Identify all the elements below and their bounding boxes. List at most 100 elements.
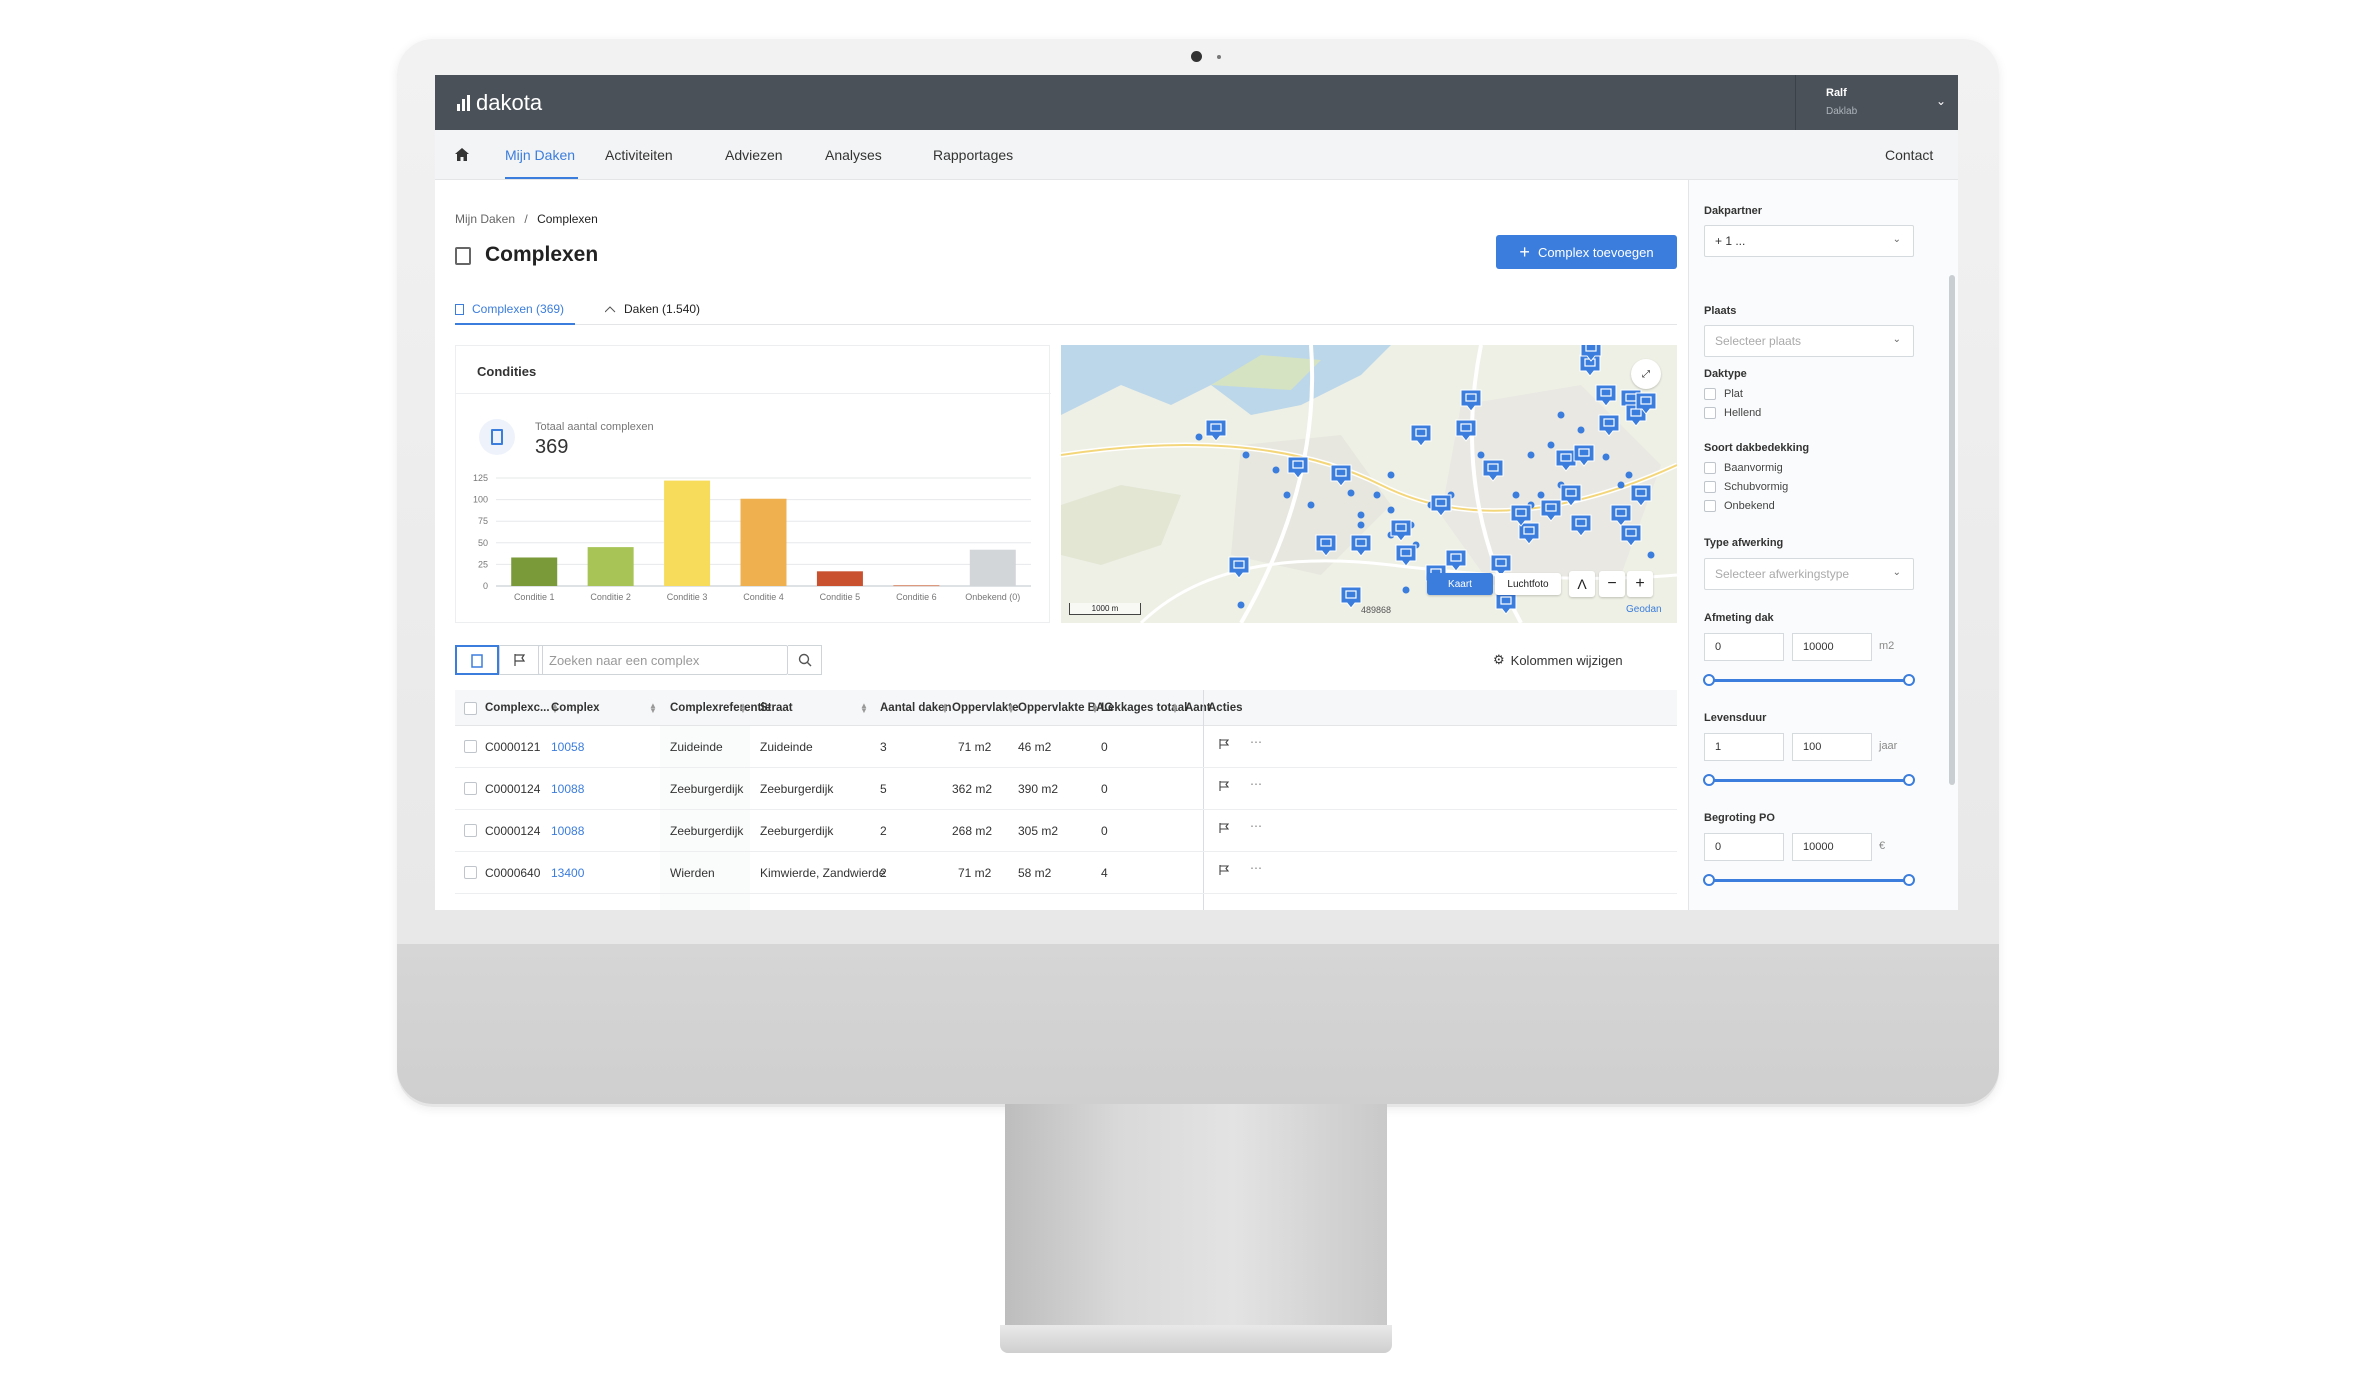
afmeting-slider-track[interactable] xyxy=(1709,679,1909,682)
begroting-slider-min-handle[interactable] xyxy=(1703,874,1715,886)
sort-icon[interactable]: ▲ ▼ xyxy=(860,702,868,715)
map-point[interactable] xyxy=(1602,453,1610,461)
map-point[interactable] xyxy=(1527,451,1535,459)
dakbedekking-onbekend-checkbox[interactable]: Onbekend xyxy=(1704,500,1775,512)
checkbox[interactable] xyxy=(1704,407,1716,419)
flag-icon[interactable] xyxy=(1218,864,1230,879)
map-point[interactable] xyxy=(1512,491,1520,499)
map-point[interactable] xyxy=(1283,491,1291,499)
daktype-plat-checkbox[interactable]: Plat xyxy=(1704,388,1743,400)
sort-icon[interactable]: ▲ ▼ xyxy=(1091,702,1099,715)
plaats-select[interactable]: Selecteer plaats ⌄ xyxy=(1704,325,1914,357)
map-point[interactable] xyxy=(1387,506,1395,514)
dakbedekking-schubvormig-checkbox[interactable]: Schubvormig xyxy=(1704,481,1788,493)
map-point[interactable] xyxy=(1402,586,1410,594)
afmeting-slider-min-handle[interactable] xyxy=(1703,674,1715,686)
sort-icon[interactable]: ▲ ▼ xyxy=(649,702,657,715)
afmeting-slider-max-handle[interactable] xyxy=(1903,674,1915,686)
more-options-icon[interactable]: ⋯ xyxy=(1250,777,1262,791)
map-mode-kaart[interactable]: Kaart xyxy=(1427,573,1493,595)
map-point[interactable] xyxy=(1625,471,1633,479)
sort-icon[interactable]: ▲ ▼ xyxy=(941,702,949,715)
more-options-icon[interactable]: ⋯ xyxy=(1250,735,1262,749)
checkbox[interactable] xyxy=(1704,481,1716,493)
nav-item-analyses[interactable]: Analyses xyxy=(825,147,882,163)
row-checkbox[interactable] xyxy=(464,866,477,879)
afmeting-min-input[interactable]: 0 xyxy=(1704,633,1784,661)
map-point[interactable] xyxy=(1387,471,1395,479)
levensduur-slider-track[interactable] xyxy=(1709,779,1909,782)
map-point[interactable] xyxy=(1617,481,1625,489)
checkbox[interactable] xyxy=(1704,462,1716,474)
cell-complex-link[interactable]: 13400 xyxy=(551,866,584,880)
nav-item-adviezen[interactable]: Adviezen xyxy=(725,147,783,163)
add-complex-button[interactable]: + Complex toevoegen xyxy=(1496,235,1677,269)
table-view-button[interactable] xyxy=(455,645,499,675)
flag-icon[interactable] xyxy=(1218,780,1230,795)
north-arrow-icon[interactable]: Λ xyxy=(1569,571,1595,597)
app-logo[interactable]: dakota xyxy=(457,90,542,116)
tab-daken[interactable]: Daken (1.540) xyxy=(605,302,700,316)
col-header-straat[interactable]: Straat xyxy=(760,690,793,726)
row-checkbox[interactable] xyxy=(464,782,477,795)
nav-item-rapportages[interactable]: Rapportages xyxy=(933,147,1013,163)
map-point[interactable] xyxy=(1557,411,1565,419)
map-view[interactable]: ⤢ Kaart Luchtfoto Λ − + 1000 m 489868 Ge… xyxy=(1061,345,1677,623)
more-options-icon[interactable]: ⋯ xyxy=(1250,819,1262,833)
col-header-complexcode[interactable]: Complexc... xyxy=(485,690,550,726)
map-point[interactable] xyxy=(1357,511,1365,519)
table-row[interactable]: C0000124 10088 Zeeburgerdijk Zeeburgerdijk 5… xyxy=(455,768,1677,810)
col-header-oppervlakte-bag[interactable]: Oppervlakte BAG xyxy=(1018,690,1113,726)
levensduur-slider-max-handle[interactable] xyxy=(1903,774,1915,786)
table-row[interactable]: C0000121 10058 Zuideinde Zuideinde 3 71 m2 46 … xyxy=(455,726,1677,768)
bar-conditie-4[interactable] xyxy=(740,498,787,586)
map-point[interactable] xyxy=(1547,441,1555,449)
map-point[interactable] xyxy=(1647,551,1655,559)
map-point[interactable] xyxy=(1577,426,1585,434)
search-button[interactable] xyxy=(788,645,822,675)
col-header-complexreferentie[interactable]: Complexreferentie xyxy=(670,690,771,726)
dakbedekking-baanvormig-checkbox[interactable]: Baanvormig xyxy=(1704,462,1783,474)
bar-conditie-3[interactable] xyxy=(664,480,711,586)
table-row[interactable]: C0000640 13400 Wierden Kimwierde, Zandwierd… xyxy=(455,852,1677,894)
map-mode-luchtfoto[interactable]: Luchtfoto xyxy=(1495,573,1561,595)
levensduur-min-input[interactable]: 1 xyxy=(1704,733,1784,761)
map-point[interactable] xyxy=(1537,491,1545,499)
sort-icon[interactable]: ▲ ▼ xyxy=(1171,702,1179,715)
col-header-complex[interactable]: Complex xyxy=(551,690,600,726)
levensduur-max-input[interactable]: 100 xyxy=(1792,733,1872,761)
nav-item-activiteiten[interactable]: Activiteiten xyxy=(605,147,673,163)
map-point[interactable] xyxy=(1237,601,1245,609)
sort-icon[interactable]: ▲ ▼ xyxy=(739,702,747,715)
change-columns-button[interactable]: ⚙ Kolommen wijzigen xyxy=(1493,652,1623,668)
afmeting-max-input[interactable]: 10000 xyxy=(1792,633,1872,661)
flag-icon[interactable] xyxy=(1218,822,1230,837)
map-point[interactable] xyxy=(1272,466,1280,474)
cell-complex-link[interactable]: 10088 xyxy=(551,782,584,796)
breadcrumb-parent[interactable]: Mijn Daken xyxy=(455,212,515,226)
flag-view-button[interactable] xyxy=(499,645,543,675)
more-options-icon[interactable]: ⋯ xyxy=(1250,861,1262,875)
nav-contact[interactable]: Contact xyxy=(1885,147,1933,163)
complex-search-input[interactable]: Zoeken naar een complex xyxy=(538,645,788,675)
dakpartner-select[interactable]: + 1 ... ⌄ xyxy=(1704,225,1914,257)
user-menu[interactable]: Ralf Daklab ⌄ xyxy=(1795,75,1958,130)
nav-item-mijn-daken[interactable]: Mijn Daken xyxy=(505,147,575,163)
begroting-max-input[interactable]: 10000 xyxy=(1792,833,1872,861)
bar-conditie-2[interactable] xyxy=(587,547,634,586)
checkbox[interactable] xyxy=(1704,388,1716,400)
checkbox[interactable] xyxy=(1704,500,1716,512)
zoom-out-button[interactable]: − xyxy=(1599,571,1625,597)
bar-conditie-5[interactable] xyxy=(816,571,863,586)
flag-icon[interactable] xyxy=(1218,738,1230,753)
sidebar-scrollbar[interactable] xyxy=(1949,275,1955,785)
cell-complex-link[interactable]: 10058 xyxy=(551,740,584,754)
afwerking-select[interactable]: Selecteer afwerkingstype ⌄ xyxy=(1704,558,1914,590)
begroting-slider-max-handle[interactable] xyxy=(1903,874,1915,886)
bar-conditie-6[interactable] xyxy=(893,585,940,587)
daktype-hellend-checkbox[interactable]: Hellend xyxy=(1704,407,1761,419)
row-checkbox[interactable] xyxy=(464,740,477,753)
select-all-checkbox[interactable] xyxy=(464,702,477,715)
fullscreen-icon[interactable]: ⤢ xyxy=(1631,359,1661,389)
map-point[interactable] xyxy=(1347,489,1355,497)
